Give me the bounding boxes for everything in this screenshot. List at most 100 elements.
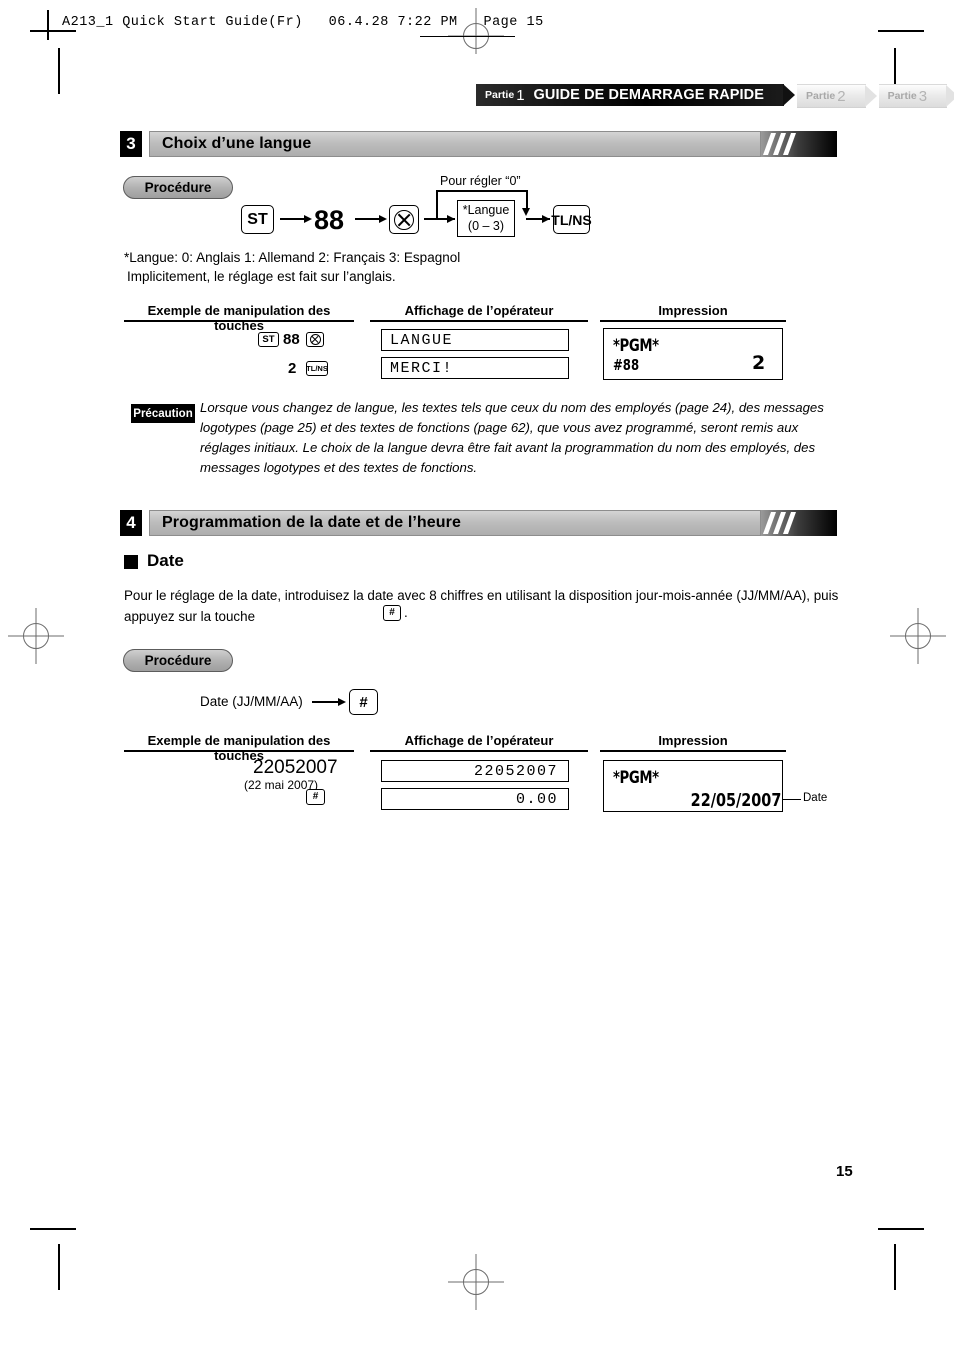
bypass-label: Pour régler “0” <box>440 174 521 188</box>
s3-print-value: 2 <box>752 352 766 374</box>
date-paragraph-line1: Pour le réglage de la date, introduisez … <box>124 588 839 624</box>
header-rule-left <box>47 10 49 40</box>
s4-col1-rule <box>124 750 354 752</box>
s4-callout-label: Date <box>803 792 828 804</box>
part-tab-active[interactable]: Partie 1 GUIDE DE DEMARRAGE RAPIDE <box>476 84 796 106</box>
part-tab-active-word: Partie <box>485 89 515 101</box>
bypass-line-across <box>436 190 528 192</box>
s4-print-date: 22/05/2007 <box>690 790 782 811</box>
part-tab-active-number: 1 <box>516 86 525 104</box>
s4-keys-row1: 22052007 <box>253 757 338 778</box>
s3-print-title: *PGM* <box>613 336 659 356</box>
section-4-title: Programmation de la date et de l’heure <box>162 514 461 531</box>
date-paragraph-period: . <box>404 605 408 620</box>
part-tab-2[interactable]: Partie 2 <box>797 84 877 108</box>
crop-mark-bottom-right-v <box>894 1244 896 1290</box>
section-3-title: Choix d’une langue <box>162 135 312 152</box>
section-4-header: 4 Programmation de la date et de l’heure <box>120 510 837 536</box>
s4-key-hash-small-label: # <box>312 791 319 802</box>
key-hash-flow[interactable]: # <box>349 689 378 715</box>
s3-col3-rule <box>600 320 786 322</box>
part-tab-3[interactable]: Partie 3 <box>878 84 954 108</box>
s3-col2-header: Affichage de l’opérateur <box>404 303 554 318</box>
key-tlns-flow-label: TL/NS <box>551 211 592 228</box>
s3-display-row2-text: MERCI! <box>390 359 454 377</box>
flow-arrow-1-head <box>304 214 312 223</box>
section-3-title-bar: Choix d’une langue <box>149 131 761 157</box>
s3-display-row2: MERCI! <box>381 357 569 379</box>
langue-box-line2: (0 – 3) <box>467 218 505 233</box>
date-subsection-bullet <box>124 555 138 569</box>
crop-mark-top-right-h <box>878 30 924 32</box>
section-3-header: 3 Choix d’une langue <box>120 131 837 157</box>
procedure-pill-section4: Procédure <box>123 649 233 672</box>
s4-col3-header: Impression <box>658 733 728 748</box>
flow-arrow-3-head <box>447 214 455 223</box>
procedure-pill-section3-label: Procédure <box>144 180 212 195</box>
s4-callout-leader <box>783 799 801 801</box>
s4-display-row2-text: 0.00 <box>515 790 558 808</box>
s4-display-row1: 22052007 <box>381 760 569 782</box>
s3-col2-rule <box>370 320 588 322</box>
registration-mark-left <box>8 608 64 664</box>
part-tab-active-title: GUIDE DE DEMARRAGE RAPIDE <box>533 87 765 103</box>
langue-legend-line2: Implicitement, le réglage est fait sur l… <box>127 269 396 284</box>
date-flow-input-label: Date (JJ/MM/AA) <box>200 694 303 709</box>
s4-display-row1-text: 22052007 <box>473 762 558 780</box>
caution-badge-label: Précaution <box>133 407 193 420</box>
part-banner: Partie 1 GUIDE DE DEMARRAGE RAPIDE Parti… <box>476 84 954 108</box>
date-flow-arrow-head <box>338 697 346 706</box>
key-st-flow[interactable]: ST <box>241 205 274 234</box>
part-tab-2-number: 2 <box>837 87 846 105</box>
section-4-tail <box>761 510 837 536</box>
s4-col2-rule <box>370 750 588 752</box>
crop-mark-top-left-v <box>58 48 60 94</box>
bypass-line-up <box>436 190 438 219</box>
key-hash-flow-label: # <box>359 693 368 711</box>
s3-keys-88: 88 <box>283 331 300 348</box>
date-subsection-title: Date <box>147 551 184 570</box>
s3-key-tlns-small-label: TL/NS <box>306 363 328 373</box>
caution-text: Lorsque vous changez de langue, les text… <box>200 400 824 476</box>
flow-arrow-4-head <box>542 214 550 223</box>
s3-col3-header: Impression <box>658 303 728 318</box>
s3-col1-header: Exemple de manipulation des touches <box>147 303 331 333</box>
s4-print-title: *PGM* <box>613 768 659 788</box>
crop-mark-bottom-right-h <box>878 1228 924 1230</box>
s4-display-row2: 0.00 <box>381 788 569 810</box>
flow-arrow-1-line <box>280 218 306 220</box>
crop-mark-bottom-left-v <box>58 1244 60 1290</box>
s3-key-tlns-small[interactable]: TL/NS <box>306 361 328 376</box>
langue-value-box: *Langue (0 – 3) <box>457 200 515 237</box>
s4-key-hash-small[interactable]: # <box>306 789 325 805</box>
flow-arrow-2-line <box>355 218 381 220</box>
s3-key-st-small[interactable]: ST <box>258 332 279 347</box>
crop-mark-top-left-h <box>30 30 76 32</box>
key-multiply-flow[interactable] <box>389 205 419 234</box>
key-st-flow-label: ST <box>247 210 268 228</box>
date-paragraph-hash-key[interactable]: # <box>383 605 401 621</box>
procedure-pill-section4-label: Procédure <box>144 653 212 668</box>
part-tab-2-word: Partie <box>806 90 836 102</box>
multiply-circle-icon <box>394 209 414 230</box>
s3-display-row1-text: LANGUE <box>390 331 454 349</box>
s4-col2-header: Affichage de l’opérateur <box>404 733 554 748</box>
s4-col3-rule <box>600 750 786 752</box>
part-tab-3-word: Partie <box>887 90 917 102</box>
s3-print-code: #88 <box>613 356 640 374</box>
s3-key-st-small-label: ST <box>262 333 275 345</box>
file-header-text: A213_1 Quick Start Guide(Fr) 06.4.28 7:2… <box>62 15 544 30</box>
key-tlns-flow[interactable]: TL/NS <box>551 205 592 234</box>
part-tab-3-number: 3 <box>918 87 928 105</box>
caution-badge: Précaution <box>131 404 195 423</box>
s3-key-multiply-small[interactable] <box>306 332 324 347</box>
registration-mark-bottom <box>448 1254 504 1310</box>
flow-arrow-2-head <box>379 214 387 223</box>
section-3-number: 3 <box>120 131 142 157</box>
section-3-tail <box>761 131 837 157</box>
langue-box-line1: *Langue <box>462 202 510 217</box>
crop-mark-bottom-left-h <box>30 1228 76 1230</box>
bypass-line-down <box>526 190 528 210</box>
section-4-title-bar: Programmation de la date et de l’heure <box>149 510 761 536</box>
file-header-underline <box>420 36 515 37</box>
